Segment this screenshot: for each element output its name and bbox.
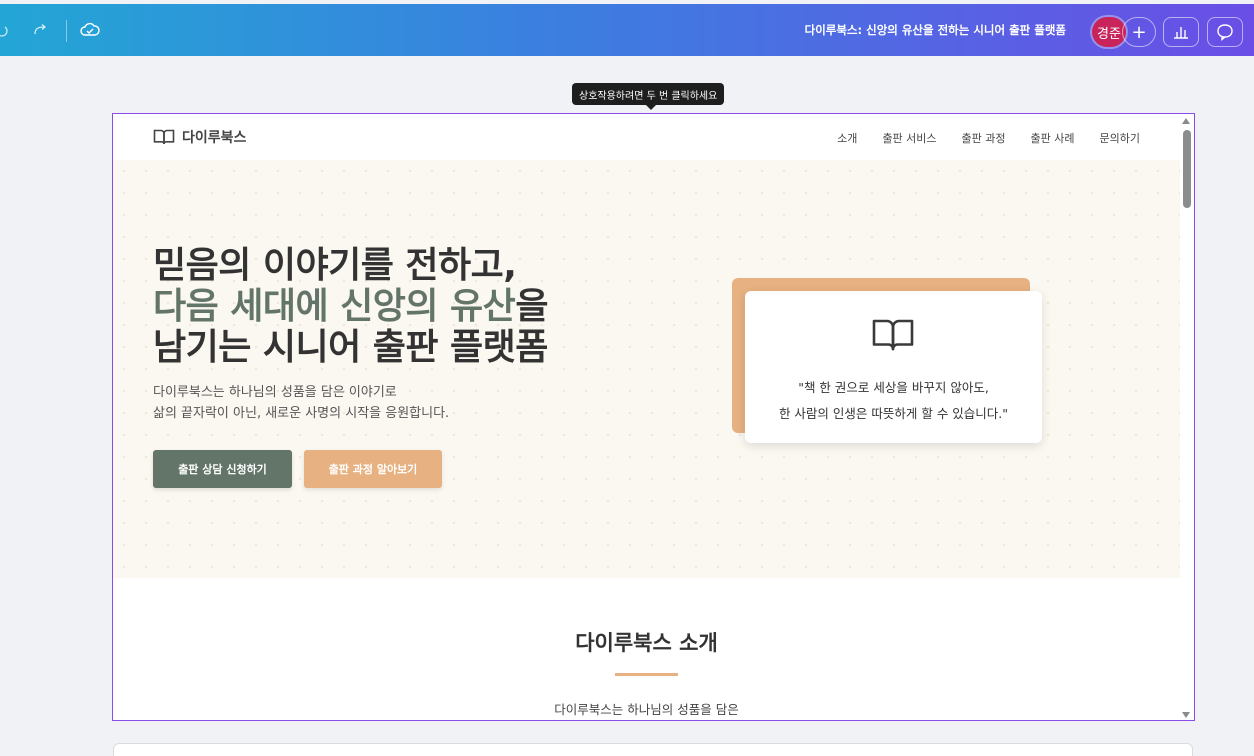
nav-item-about[interactable]: 소개	[837, 130, 857, 146]
bottom-panel	[113, 743, 1193, 756]
hero-desc-line1: 다이루북스는 하나님의 성품을 담은 이야기로	[153, 385, 397, 400]
hero-title-line2-rest: 을	[515, 286, 548, 327]
scroll-down-arrow-icon[interactable]	[1182, 712, 1190, 718]
consultation-button[interactable]: 출판 상담 신청하기	[153, 450, 292, 488]
avatar[interactable]: 경준	[1092, 17, 1126, 47]
nav-item-process[interactable]: 출판 과정	[962, 130, 1006, 146]
editor-toolbar: 다이루북스: 신앙의 유산을 전하는 시니어 출판 플랫폼 경준 +	[0, 4, 1254, 56]
hero-title-line2: 다음 세대에 신앙의 유산을	[153, 286, 548, 327]
scroll-thumb[interactable]	[1183, 130, 1191, 208]
about-text: 다이루북스는 하나님의 성품을 담은	[554, 702, 739, 717]
site-navbar: 다이루북스 소개 출판 서비스 출판 과정 출판 사례 문의하기	[113, 114, 1180, 160]
book-icon	[153, 129, 175, 145]
hero-title-line3: 남기는 시니어 출판 플랫폼	[153, 327, 548, 368]
frame-scrollbar[interactable]	[1180, 114, 1194, 720]
document-title[interactable]: 다이루북스: 신앙의 유산을 전하는 시니어 출판 플랫폼	[805, 22, 1066, 38]
double-click-tooltip: 상호작용하려면 두 번 클릭하세요	[572, 83, 725, 110]
quote-line2: 한 사람의 인생은 따뜻하게 할 수 있습니다."	[778, 406, 1009, 421]
quote-text: "책 한 권으로 세상을 바꾸지 않아도, 한 사람의 인생은 따뜻하게 할 수…	[745, 375, 1042, 427]
hero-section: 믿음의 이야기를 전하고, 다음 세대에 신앙의 유산을 남기는 시니어 출판 …	[113, 160, 1180, 578]
site-logo[interactable]: 다이루북스	[153, 127, 246, 147]
cloud-saved-icon[interactable]	[80, 20, 100, 40]
undo-icon[interactable]	[0, 20, 12, 40]
nav-item-cases[interactable]: 출판 사례	[1031, 130, 1075, 146]
quote-line1: "책 한 권으로 세상을 바꾸지 않아도,	[798, 380, 989, 395]
hero-title-accent: 다음 세대에 신앙의 유산	[153, 286, 516, 327]
nav-links: 소개 출판 서비스 출판 과정 출판 사례 문의하기	[837, 130, 1140, 146]
hero-title: 믿음의 이야기를 전하고, 다음 세대에 신앙의 유산을 남기는 시니어 출판 …	[153, 245, 548, 368]
scroll-up-arrow-icon[interactable]	[1182, 118, 1190, 124]
about-divider	[615, 673, 678, 676]
preview-frame[interactable]: 다이루북스 소개 출판 서비스 출판 과정 출판 사례 문의하기 믿음의 이야기…	[112, 113, 1195, 721]
quote-card: "책 한 권으로 세상을 바꾸지 않아도, 한 사람의 인생은 따뜻하게 할 수…	[745, 291, 1042, 443]
hero-desc-line2: 삶의 끝자락이 아닌, 새로운 사명의 시작을 응원합니다.	[153, 406, 450, 421]
logo-text: 다이루북스	[182, 130, 247, 146]
bar-chart-icon	[1174, 27, 1188, 39]
analytics-button[interactable]	[1163, 17, 1199, 47]
nav-item-services[interactable]: 출판 서비스	[882, 130, 936, 146]
open-book-icon	[872, 319, 914, 351]
about-title: 다이루북스 소개	[575, 631, 718, 655]
redo-icon[interactable]	[30, 20, 50, 40]
process-button[interactable]: 출판 과정 알아보기	[304, 450, 442, 488]
add-collaborator-button[interactable]: +	[1122, 17, 1156, 47]
toolbar-divider	[66, 20, 67, 42]
hero-title-line1: 믿음의 이야기를 전하고,	[153, 245, 517, 286]
comment-icon	[1217, 24, 1233, 41]
comment-button[interactable]	[1207, 17, 1243, 47]
hero-description: 다이루북스는 하나님의 성품을 담은 이야기로 삶의 끝자락이 아닌, 새로운 …	[153, 382, 449, 424]
nav-item-contact[interactable]: 문의하기	[1100, 130, 1140, 146]
